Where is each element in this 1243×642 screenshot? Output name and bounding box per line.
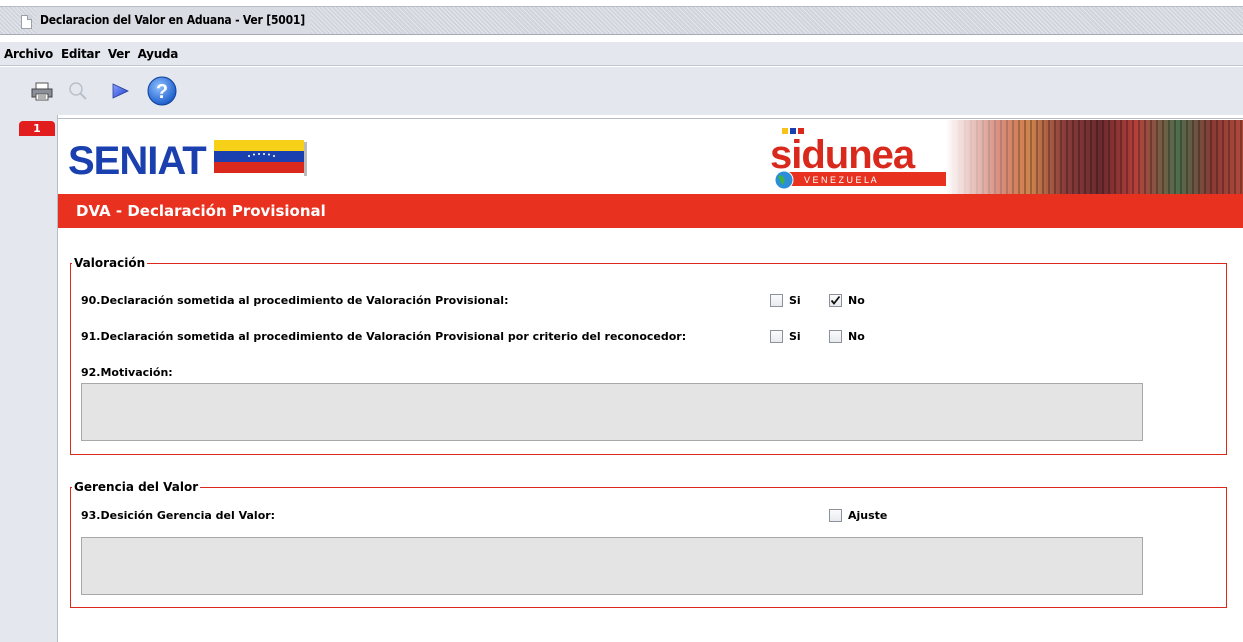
menu-archivo[interactable]: Archivo — [4, 47, 53, 61]
left-tab-strip — [0, 115, 58, 642]
checkmark-icon — [830, 295, 841, 305]
q91-si-checkbox[interactable] — [770, 330, 783, 343]
q90-si-label: Si — [789, 294, 801, 307]
seniat-logo: SENIAT — [68, 132, 308, 183]
menu-bar: Archivo Editar Ver Ayuda — [0, 42, 1243, 66]
q93-label: 93.Desición Gerencia del Valor: — [81, 509, 276, 522]
q91-no-checkbox[interactable] — [829, 330, 842, 343]
q90-no-checkbox[interactable] — [829, 294, 842, 307]
ajuste-label: Ajuste — [848, 509, 888, 522]
valoracion-title: Valoración — [72, 255, 148, 271]
q91-no-label: No — [848, 330, 865, 343]
sidunea-logo: sidunea V E N E Z U E L A — [770, 124, 950, 190]
svg-text:sidunea: sidunea — [770, 133, 916, 177]
magnifier-icon[interactable] — [64, 77, 92, 105]
toolbar: ? — [0, 67, 1243, 115]
motivacion-textarea[interactable] — [81, 383, 1143, 441]
svg-text:SENIAT: SENIAT — [68, 139, 206, 182]
q90-si-checkbox[interactable] — [770, 294, 783, 307]
document-icon — [21, 15, 32, 29]
page-tab-1[interactable]: 1 — [19, 121, 55, 136]
window-title: Declaracion del Valor en Aduana - Ver [5… — [36, 7, 311, 34]
play-icon[interactable] — [107, 77, 135, 105]
q92-label: 92.Motivación: — [81, 366, 173, 379]
help-glyph: ? — [156, 81, 168, 103]
gerencia-title: Gerencia del Valor — [72, 479, 201, 495]
q91-label: 91.Declaración sometida al procedimiento… — [81, 330, 687, 343]
gerencia-textarea[interactable] — [81, 537, 1143, 595]
ajuste-checkbox[interactable] — [829, 509, 842, 522]
window-title-bar[interactable]: Declaracion del Valor en Aduana - Ver [5… — [0, 6, 1243, 35]
menu-ayuda[interactable]: Ayuda — [138, 47, 179, 61]
q91-si-label: Si — [789, 330, 801, 343]
menu-ver[interactable]: Ver — [108, 47, 130, 61]
q90-label: 90.Declaración sometida al procedimiento… — [81, 294, 509, 307]
printer-icon[interactable] — [28, 77, 56, 105]
section-header: DVA - Declaración Provisional — [58, 194, 1243, 228]
help-icon[interactable]: ? — [146, 75, 178, 107]
svg-text:V E N E Z U E L A: V E N E Z U E L A — [804, 175, 877, 185]
q90-no-label: No — [848, 294, 865, 307]
banner: SENIAT sidunea V E N E Z U E L A — [58, 120, 1243, 194]
menu-editar[interactable]: Editar — [61, 47, 100, 61]
